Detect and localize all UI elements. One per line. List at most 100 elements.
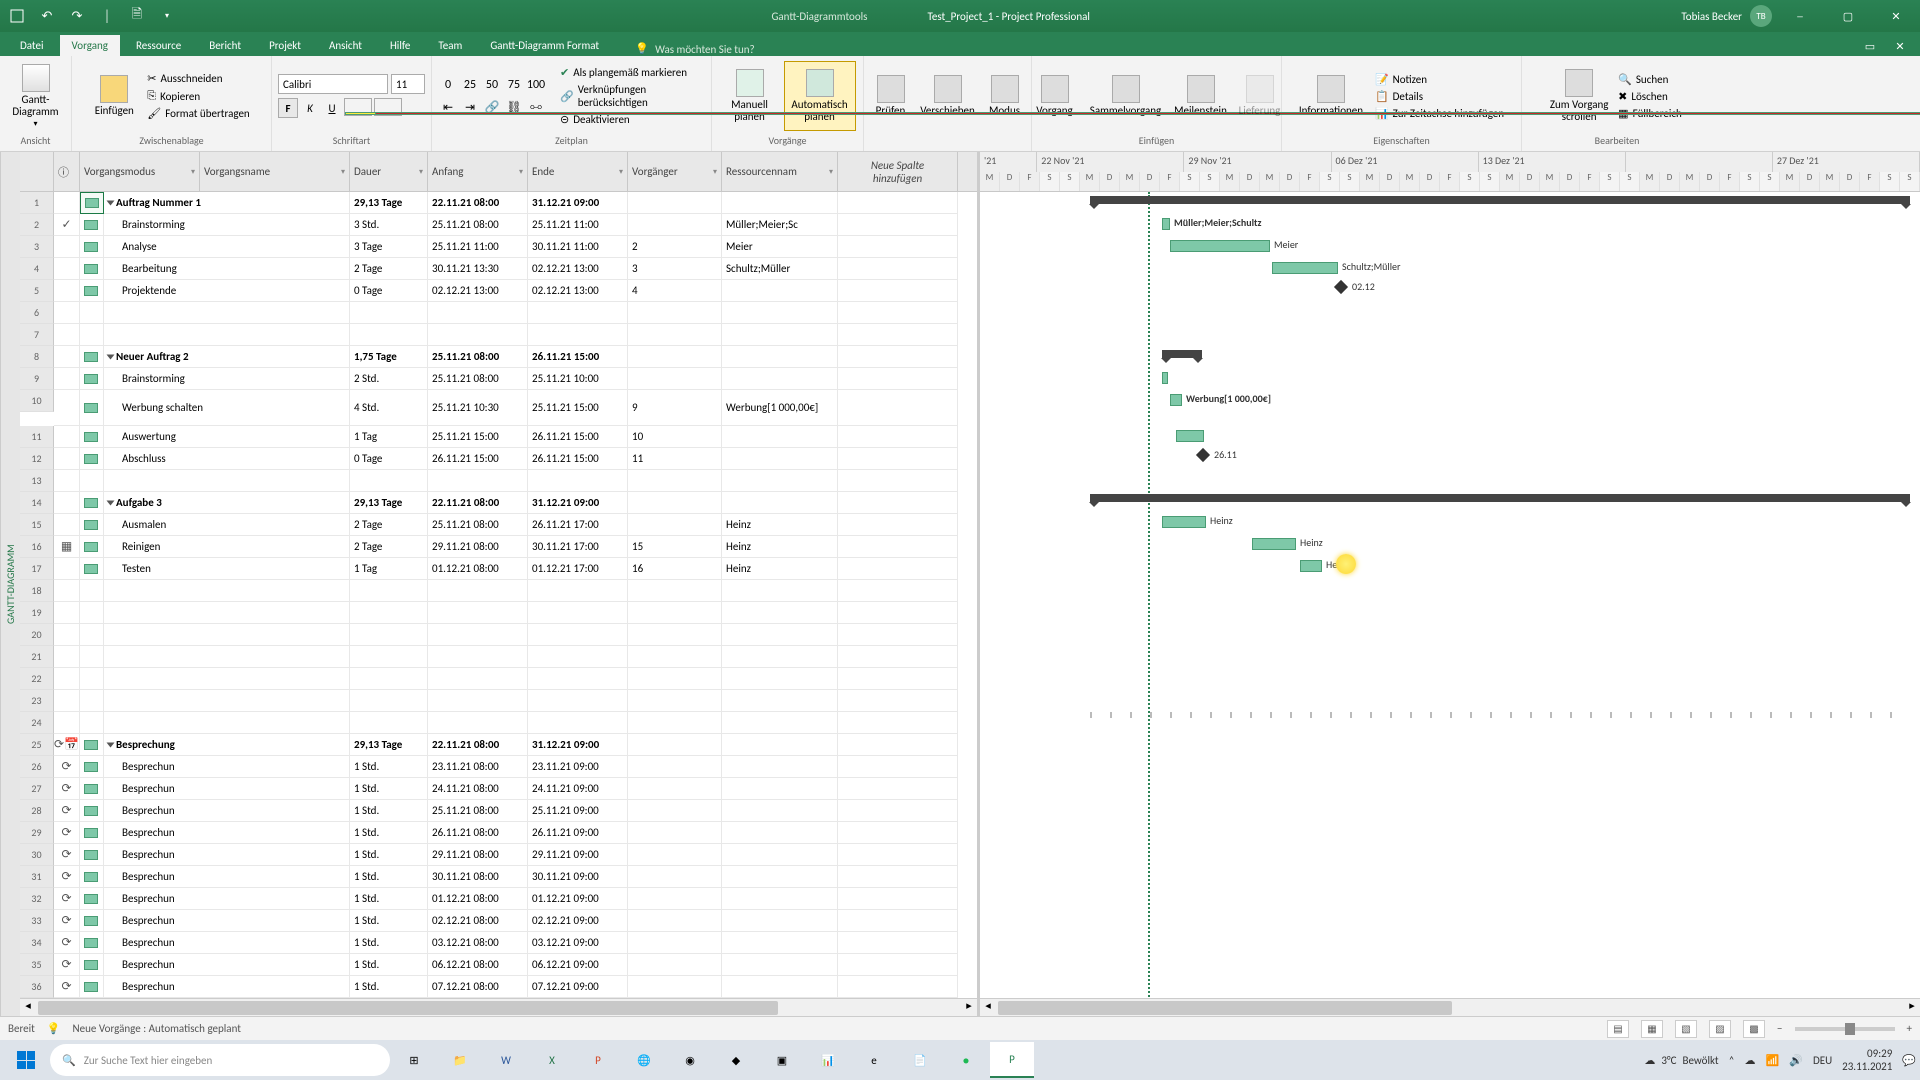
- tray-chevron[interactable]: ˄: [1729, 1054, 1735, 1067]
- qat-customize[interactable]: ▾: [154, 3, 180, 29]
- italic-button[interactable]: K: [300, 98, 320, 118]
- task-view-button[interactable]: ⊞: [392, 1042, 436, 1078]
- zoom-out[interactable]: −: [1777, 1022, 1782, 1035]
- task-row[interactable]: 25⟳📅Besprechung29,13 Tage22.11.21 08:003…: [20, 734, 977, 756]
- project-icon[interactable]: P: [990, 1042, 1034, 1078]
- task-row[interactable]: 34⟳Besprechun1 Std.03.12.21 08:0003.12.2…: [20, 932, 977, 954]
- task-row[interactable]: 9Brainstorming2 Std.25.11.21 08:0025.11.…: [20, 368, 977, 390]
- task-row[interactable]: 33⟳Besprechun1 Std.02.12.21 08:0002.12.2…: [20, 910, 977, 932]
- tab-datei[interactable]: Datei: [8, 35, 56, 56]
- taskbar-search[interactable]: 🔍Zur Suche Text hier eingeben: [50, 1044, 390, 1076]
- info-button[interactable]: Informationen: [1295, 61, 1367, 131]
- font-name-input[interactable]: [278, 74, 388, 94]
- tab-gantt-format[interactable]: Gantt-Diagramm Format: [478, 35, 611, 56]
- tab-ansicht[interactable]: Ansicht: [317, 35, 374, 56]
- task-bar[interactable]: [1170, 394, 1182, 406]
- task-row[interactable]: 18: [20, 580, 977, 602]
- pct25-button[interactable]: 25: [460, 75, 480, 95]
- col-resources[interactable]: Ressourcennam▾: [722, 152, 838, 191]
- tab-hilfe[interactable]: Hilfe: [378, 35, 422, 56]
- task-row[interactable]: 20: [20, 624, 977, 646]
- lang-indicator[interactable]: DEU: [1813, 1054, 1832, 1067]
- task-row[interactable]: 6: [20, 302, 977, 324]
- view-cal-button[interactable]: ▦: [1641, 1020, 1663, 1038]
- task-row[interactable]: 17Testen1 Tag01.12.21 08:0001.12.21 17:0…: [20, 558, 977, 580]
- pct50-button[interactable]: 50: [482, 75, 502, 95]
- summary-recurring[interactable]: [1090, 712, 1910, 718]
- zoom-in[interactable]: +: [1907, 1022, 1912, 1035]
- notes-button[interactable]: 📝Notizen: [1371, 72, 1508, 87]
- new-doc-icon[interactable]: 🗎: [124, 3, 150, 29]
- task-row[interactable]: 24: [20, 712, 977, 734]
- summary-bar[interactable]: [1090, 494, 1910, 502]
- manual-schedule-button[interactable]: Manuell planen: [720, 61, 780, 131]
- redo-button[interactable]: ↷: [64, 3, 90, 29]
- col-predecessors[interactable]: Vorgänger▾: [628, 152, 722, 191]
- start-button[interactable]: [4, 1040, 48, 1080]
- task-row[interactable]: 14Aufgabe 329,13 Tage22.11.21 08:0031.12…: [20, 492, 977, 514]
- col-rownum[interactable]: [20, 152, 54, 191]
- task-row[interactable]: 19: [20, 602, 977, 624]
- find-button[interactable]: 🔍Suchen: [1614, 72, 1686, 87]
- task-bar[interactable]: [1176, 430, 1204, 442]
- zoom-slider[interactable]: [1795, 1027, 1895, 1031]
- notepad-icon[interactable]: 📄: [898, 1042, 942, 1078]
- pct100-button[interactable]: 100: [526, 75, 546, 95]
- tab-ressource[interactable]: Ressource: [124, 35, 193, 56]
- task-bar[interactable]: [1252, 538, 1296, 550]
- copy-button[interactable]: ⎘Kopieren: [143, 88, 253, 104]
- undo-button[interactable]: ↶: [34, 3, 60, 29]
- spotify-icon[interactable]: ●: [944, 1042, 988, 1078]
- task-row[interactable]: 1Auftrag Nummer 129,13 Tage22.11.21 08:0…: [20, 192, 977, 214]
- weather-widget[interactable]: ☁3°CBewölkt: [1644, 1054, 1718, 1067]
- task-row[interactable]: 30⟳Besprechun1 Std.29.11.21 08:0029.11.2…: [20, 844, 977, 866]
- maximize-button[interactable]: ▢: [1828, 0, 1868, 32]
- insert-task-button[interactable]: Vorgang: [1029, 61, 1081, 131]
- format-painter-button[interactable]: 🖌Format übertragen: [143, 106, 253, 121]
- underline-button[interactable]: U: [322, 98, 342, 118]
- excel-icon[interactable]: X: [530, 1042, 574, 1078]
- col-duration[interactable]: Dauer▾: [350, 152, 428, 191]
- task-row[interactable]: 29⟳Besprechun1 Std.26.11.21 08:0026.11.2…: [20, 822, 977, 844]
- view-sidebar[interactable]: GANTT-DIAGRAMM: [0, 152, 20, 1016]
- task-bar[interactable]: [1272, 262, 1338, 274]
- tab-projekt[interactable]: Projekt: [257, 35, 313, 56]
- tab-team[interactable]: Team: [426, 35, 474, 56]
- task-row[interactable]: 27⟳Besprechun1 Std.24.11.21 08:0024.11.2…: [20, 778, 977, 800]
- ribbon-collapse[interactable]: ▭: [1858, 36, 1882, 56]
- tab-vorgang[interactable]: Vorgang: [60, 35, 120, 56]
- col-end[interactable]: Ende▾: [528, 152, 628, 191]
- task-bar[interactable]: [1170, 240, 1270, 252]
- col-mode[interactable]: Vorgangsmodus▾: [80, 152, 200, 191]
- view-report-button[interactable]: ▩: [1743, 1020, 1765, 1038]
- col-name[interactable]: Vorgangsname▾: [200, 152, 350, 191]
- avatar[interactable]: TB: [1750, 5, 1772, 27]
- task-row[interactable]: 32⟳Besprechun1 Std.01.12.21 08:0001.12.2…: [20, 888, 977, 910]
- edge-icon[interactable]: 🌐: [622, 1042, 666, 1078]
- summary-bar[interactable]: [1162, 350, 1202, 358]
- inspect-button[interactable]: Prüfen: [868, 61, 914, 131]
- pct0-button[interactable]: 0: [438, 75, 458, 95]
- minimize-button[interactable]: ─: [1780, 0, 1820, 32]
- cut-button[interactable]: ✂Ausschneiden: [143, 71, 253, 86]
- task-row[interactable]: 22: [20, 668, 977, 690]
- task-row[interactable]: 15Ausmalen2 Tage25.11.21 08:0026.11.21 1…: [20, 514, 977, 536]
- mark-ontrack-button[interactable]: ✔Als plangemäß markieren: [556, 65, 705, 80]
- task-row[interactable]: 28⟳Besprechun1 Std.25.11.21 08:0025.11.2…: [20, 800, 977, 822]
- insert-milestone-button[interactable]: Meilenstein: [1171, 61, 1231, 131]
- mode-button[interactable]: Modus: [982, 61, 1028, 131]
- task-row[interactable]: 36⟳Besprechun1 Std.07.12.21 08:0007.12.2…: [20, 976, 977, 998]
- ribbon-close[interactable]: ✕: [1888, 36, 1912, 56]
- qat-file-icon[interactable]: [4, 3, 30, 29]
- app-icon[interactable]: ◆: [714, 1042, 758, 1078]
- tab-bericht[interactable]: Bericht: [197, 35, 253, 56]
- volume-icon[interactable]: 🔊: [1789, 1054, 1803, 1067]
- task-row[interactable]: 11Auswertung1 Tag25.11.21 15:0026.11.21 …: [20, 426, 977, 448]
- scroll-to-task-button[interactable]: Zum Vorgang scrollen: [1548, 61, 1610, 131]
- insert-summary-button[interactable]: Sammelvorgang: [1085, 61, 1167, 131]
- chrome-icon[interactable]: ◉: [668, 1042, 712, 1078]
- gantt-hscroll[interactable]: ◂▸: [980, 998, 1920, 1016]
- summary-bar[interactable]: [1090, 196, 1910, 204]
- task-row[interactable]: 26⟳Besprechun1 Std.23.11.21 08:0023.11.2…: [20, 756, 977, 778]
- task-row[interactable]: 21: [20, 646, 977, 668]
